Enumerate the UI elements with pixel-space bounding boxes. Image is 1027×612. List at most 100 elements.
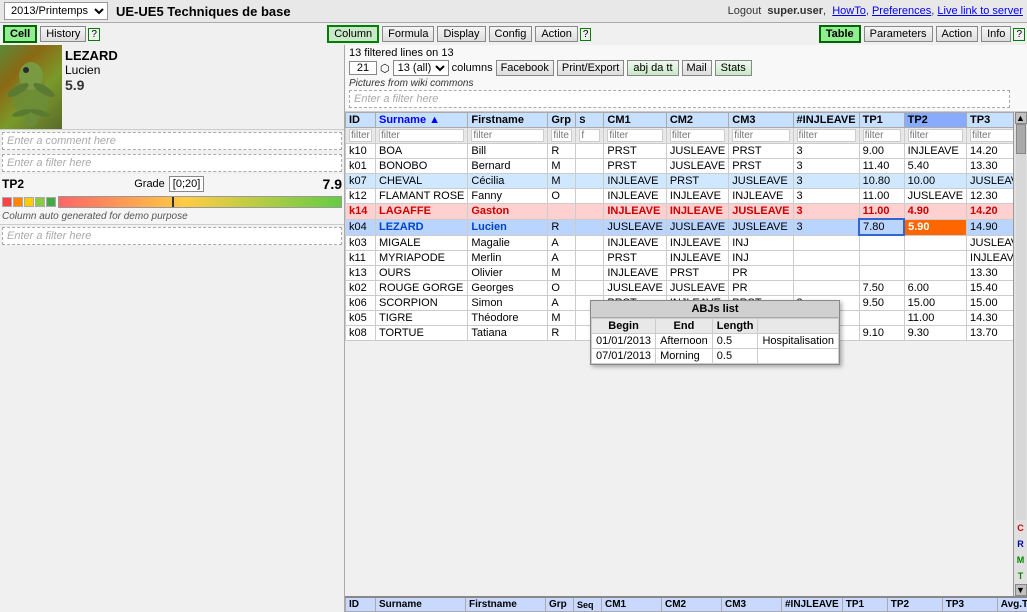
cell-grp[interactable]: R — [548, 219, 576, 235]
cell-grp[interactable]: M — [548, 310, 576, 325]
cell-injleave[interactable]: 3 — [793, 159, 859, 174]
comment-input[interactable]: Enter a comment here — [2, 132, 342, 150]
cell-tp2[interactable]: 11.00 — [904, 310, 966, 325]
cell-tp2[interactable]: 10.00 — [904, 174, 966, 189]
cell-tp1[interactable]: 10.80 — [859, 174, 904, 189]
cell-tp1[interactable]: 7.80 — [859, 219, 904, 235]
cell-tp2[interactable] — [904, 250, 966, 265]
cell-tp2[interactable]: 4.90 — [904, 204, 966, 220]
table-row[interactable]: k10BOABillRPRSTJUSLEAVEPRST39.00INJLEAVE… — [346, 144, 1014, 159]
facebook-button[interactable]: Facebook — [496, 60, 554, 76]
cell-id[interactable]: k05 — [346, 310, 376, 325]
cell-id[interactable]: k11 — [346, 250, 376, 265]
cell-injleave[interactable]: 3 — [793, 144, 859, 159]
cell-surname[interactable]: MIGALE — [376, 235, 468, 250]
cell-cm1[interactable]: PRST — [604, 159, 666, 174]
table-row[interactable]: k03MIGALEMagalieAINJLEAVEINJLEAVEINJJUSL… — [346, 235, 1014, 250]
cell-id[interactable]: k08 — [346, 325, 376, 340]
cell-id[interactable]: k07 — [346, 174, 376, 189]
cell-tp1[interactable]: 11.00 — [859, 189, 904, 204]
config-button[interactable]: Config — [489, 26, 533, 42]
cell-grp[interactable]: A — [548, 250, 576, 265]
cell-id[interactable]: k10 — [346, 144, 376, 159]
cell-tp1[interactable] — [859, 250, 904, 265]
cell-cm1[interactable]: INJLEAVE — [604, 189, 666, 204]
cell-seqcm1[interactable] — [576, 159, 604, 174]
cell-cm2[interactable]: JUSLEAVE — [666, 219, 728, 235]
cell-cm1[interactable]: PRST — [604, 250, 666, 265]
col-header-cm3[interactable]: CM3 — [729, 113, 793, 128]
parameters-button[interactable]: Parameters — [864, 26, 933, 42]
filter-seqcm1[interactable] — [579, 129, 600, 142]
cell-cm3[interactable]: PR — [729, 265, 793, 280]
cell-cm2[interactable]: JUSLEAVE — [666, 144, 728, 159]
cell-id[interactable]: k12 — [346, 189, 376, 204]
cell-cm3[interactable]: JUSLEAVE — [729, 219, 793, 235]
cell-injleave[interactable] — [793, 235, 859, 250]
cell-surname[interactable]: LAGAFFE — [376, 204, 468, 220]
cell-firstname[interactable]: Bill — [468, 144, 548, 159]
cell-injleave[interactable]: 3 — [793, 219, 859, 235]
cell-injleave[interactable]: 3 — [793, 174, 859, 189]
cell-tp2[interactable]: 15.00 — [904, 295, 966, 310]
table-row[interactable]: k04LEZARDLucienRJUSLEAVEJUSLEAVEJUSLEAVE… — [346, 219, 1014, 235]
cell-grp[interactable]: M — [548, 159, 576, 174]
cell-id[interactable]: k04 — [346, 219, 376, 235]
lines-count-input[interactable] — [349, 61, 377, 75]
display-button[interactable]: Display — [437, 26, 485, 42]
cell-grp[interactable]: A — [548, 235, 576, 250]
col-header-tp2[interactable]: TP2 — [904, 113, 966, 128]
cell-id[interactable]: k03 — [346, 235, 376, 250]
cell-injleave[interactable] — [793, 280, 859, 295]
column-button[interactable]: Column — [327, 25, 379, 43]
cell-tp1[interactable] — [859, 235, 904, 250]
cell-seqcm1[interactable] — [576, 144, 604, 159]
cell-seqcm1[interactable] — [576, 250, 604, 265]
cell-tp3[interactable]: 14.20 — [967, 204, 1013, 220]
abj-button[interactable]: abj da tt — [627, 60, 678, 76]
cell-surname[interactable]: MYRIAPODE — [376, 250, 468, 265]
cell-surname[interactable]: SCORPION — [376, 295, 468, 310]
left-filter-input-2[interactable]: Enter a filter here — [2, 227, 342, 245]
table-row[interactable]: k02ROUGE GORGEGeorgesOJUSLEAVEJUSLEAVEPR… — [346, 280, 1014, 295]
cell-surname[interactable]: FLAMANT ROSE — [376, 189, 468, 204]
info-button[interactable]: Info — [981, 26, 1011, 42]
scroll-letter-c[interactable]: C — [1016, 522, 1025, 534]
cell-surname[interactable]: BONOBO — [376, 159, 468, 174]
cell-tp1[interactable] — [859, 310, 904, 325]
cell-firstname[interactable]: Bernard — [468, 159, 548, 174]
cell-grp[interactable]: O — [548, 189, 576, 204]
cell-surname[interactable]: ROUGE GORGE — [376, 280, 468, 295]
cell-surname[interactable]: TORTUE — [376, 325, 468, 340]
howto-link[interactable]: HowTo — [832, 5, 866, 17]
filter-grp[interactable] — [551, 129, 572, 142]
filter-tp1[interactable] — [863, 129, 901, 142]
cell-tp3[interactable]: 13.70 — [967, 325, 1013, 340]
cell-seqcm1[interactable] — [576, 265, 604, 280]
col-header-surname[interactable]: Surname ▲ — [376, 113, 468, 128]
filter-id[interactable] — [349, 129, 372, 142]
cell-cm3[interactable]: INJ — [729, 235, 793, 250]
period-selector[interactable]: 2013/Printemps — [4, 2, 108, 20]
scroll-letter-m[interactable]: M — [1016, 554, 1026, 566]
table-button[interactable]: Table — [819, 25, 861, 43]
table-row[interactable]: k11MYRIAPODEMerlinAPRSTINJLEAVEINJINJLEA… — [346, 250, 1014, 265]
cell-grp[interactable] — [548, 204, 576, 220]
cell-seqcm1[interactable] — [576, 204, 604, 220]
cell-cm1[interactable]: INJLEAVE — [604, 204, 666, 220]
cell-surname[interactable]: OURS — [376, 265, 468, 280]
cell-grp[interactable]: O — [548, 280, 576, 295]
col-header-tp1[interactable]: TP1 — [859, 113, 904, 128]
cell-cm2[interactable]: PRST — [666, 265, 728, 280]
table-row[interactable]: k01BONOBOBernardMPRSTJUSLEAVEPRST311.405… — [346, 159, 1014, 174]
live-link[interactable]: Live link to server — [937, 5, 1023, 17]
table-row[interactable]: k07CHEVALCéciliaMINJLEAVEPRSTJUSLEAVE310… — [346, 174, 1014, 189]
cell-cm3[interactable]: JUSLEAVE — [729, 204, 793, 220]
cell-firstname[interactable]: Théodore — [468, 310, 548, 325]
cell-cm1[interactable]: INJLEAVE — [604, 235, 666, 250]
cell-cm3[interactable]: INJ — [729, 250, 793, 265]
col-header-firstname[interactable]: Firstname — [468, 113, 548, 128]
cell-cm2[interactable]: INJLEAVE — [666, 204, 728, 220]
cell-cm2[interactable]: JUSLEAVE — [666, 159, 728, 174]
table-row[interactable]: k14LAGAFFEGastonINJLEAVEINJLEAVEJUSLEAVE… — [346, 204, 1014, 220]
